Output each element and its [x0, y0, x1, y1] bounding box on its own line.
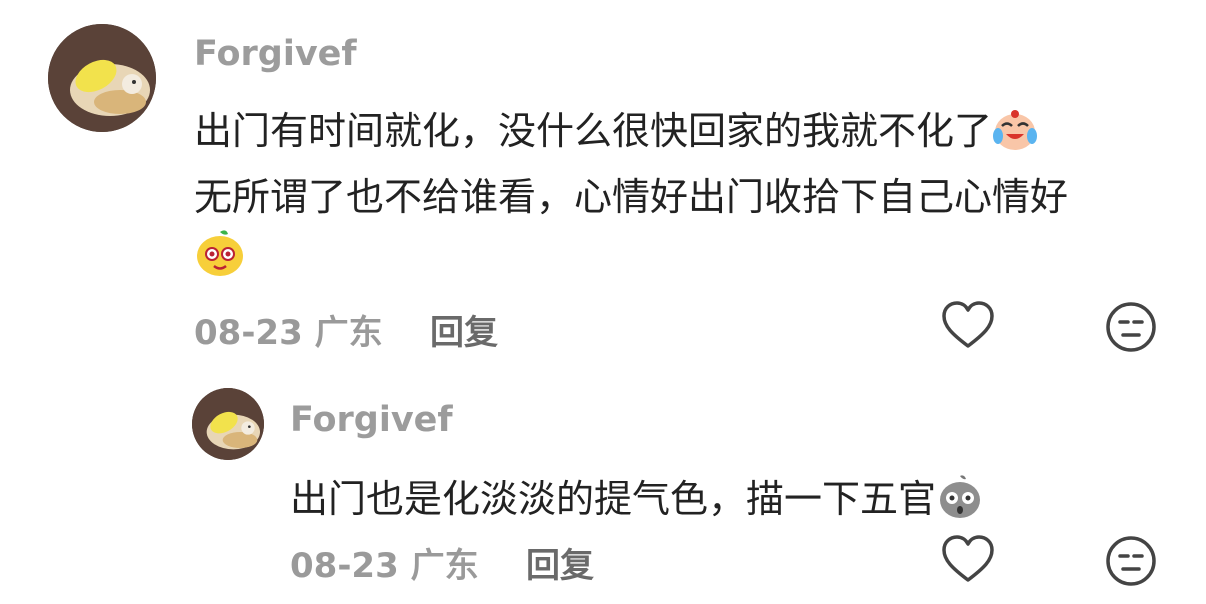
reply-neutral-face-icon	[1106, 536, 1156, 586]
comment-text-line-1: 出门有时间就化，没什么很快回家的我就不化了	[194, 100, 1038, 161]
heart-outline-icon	[942, 301, 994, 348]
avatar[interactable]	[48, 24, 156, 132]
comment-text-line-2: 无所谓了也不给谁看，心情好出门收拾下自己心情好	[194, 175, 1069, 219]
comment-text-line-1-content: 出门有时间就化，没什么很快回家的我就不化了	[194, 109, 993, 153]
reply-avatar-image	[192, 388, 264, 460]
yellow-face-emoji-icon	[194, 226, 246, 282]
comment-date: 08-23	[194, 313, 303, 353]
reply-like-button[interactable]	[940, 534, 996, 586]
comment-like-button[interactable]	[940, 300, 996, 352]
reply-date: 08-23	[290, 546, 399, 586]
comment-dislike-button[interactable]	[1104, 300, 1158, 354]
reply-text-content: 出门也是化淡淡的提气色，描一下五官	[290, 477, 937, 521]
comment-reply-button[interactable]: 回复	[430, 305, 498, 354]
reply-meta: 08-23 广东	[290, 538, 479, 587]
comment-location: 广东	[314, 313, 383, 353]
reply-avatar[interactable]	[192, 388, 264, 460]
laughing-crying-emoji-icon	[992, 106, 1038, 161]
avatar-image	[48, 24, 156, 132]
reply-heart-outline-icon	[942, 535, 994, 582]
reply-reply-button[interactable]: 回复	[526, 538, 594, 587]
reply-dislike-button[interactable]	[1104, 534, 1158, 588]
reply-text: 出门也是化淡淡的提气色，描一下五官	[290, 468, 984, 529]
username[interactable]: Forgivef	[194, 34, 357, 74]
reply-username[interactable]: Forgivef	[290, 400, 453, 440]
neutral-face-icon	[1106, 302, 1156, 352]
comment-meta: 08-23 广东	[194, 305, 383, 354]
reply-location: 广东	[410, 546, 479, 586]
grey-face-emoji-icon	[936, 472, 984, 529]
